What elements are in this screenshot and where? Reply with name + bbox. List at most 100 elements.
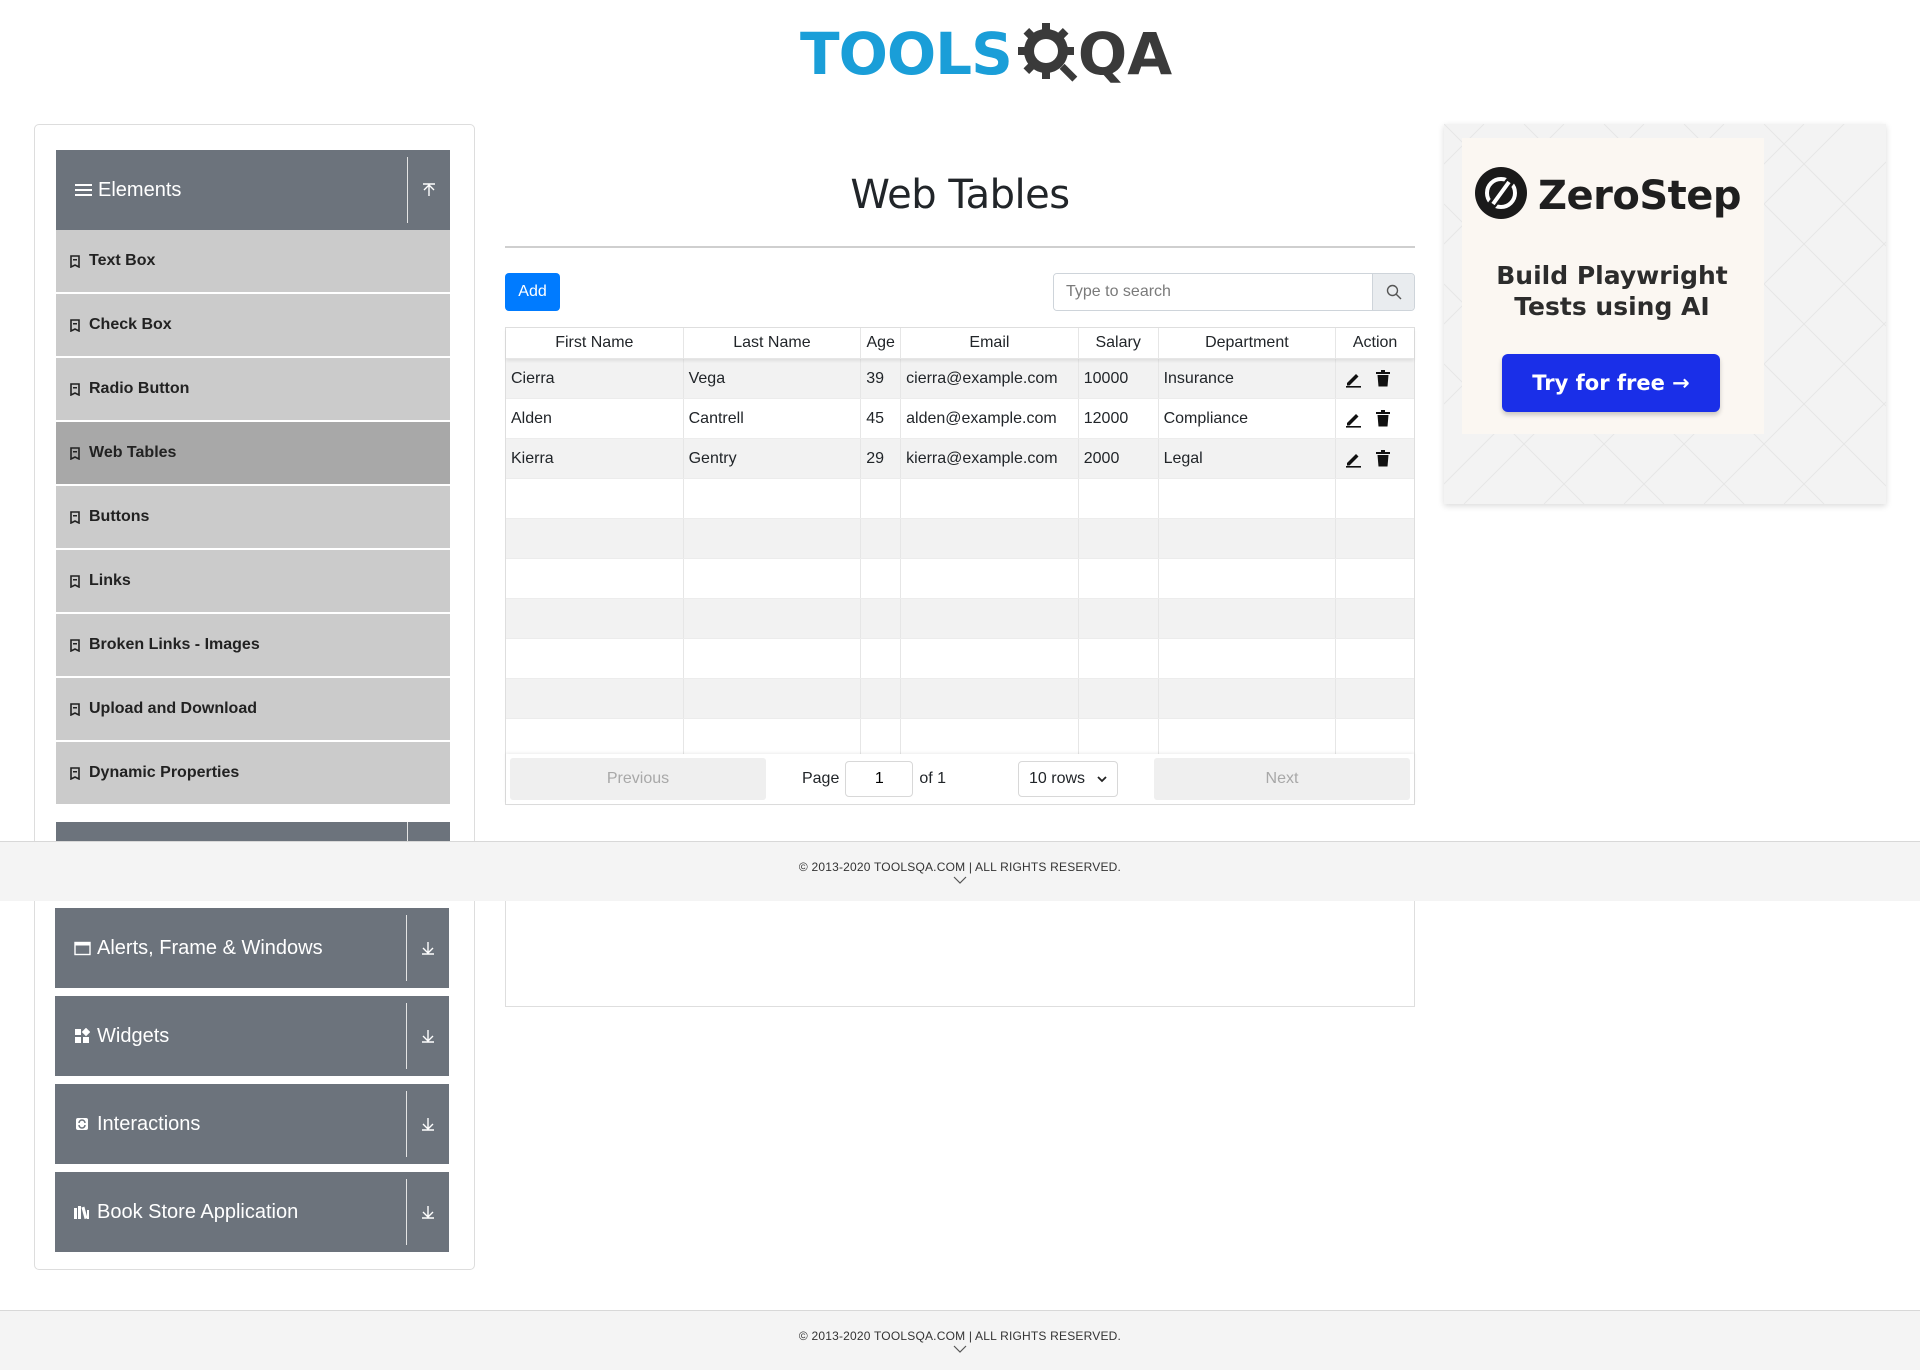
empty-cell [1079,639,1159,678]
column-header-age[interactable]: Age [861,328,902,358]
expand-arrow-icon[interactable] [407,1204,449,1220]
menu-item-icon [70,318,80,332]
empty-cell [684,519,862,558]
menu-item-label: Dynamic Properties [89,764,240,781]
empty-cell [901,599,1079,638]
menu-item-broken-links[interactable]: Broken Links - Images [56,614,450,676]
group-header-alerts[interactable]: Alerts, Frame & Windows [55,908,449,988]
empty-cell [1336,519,1414,558]
group-header-elements[interactable]: Elements [56,150,450,230]
empty-cell [861,719,902,758]
cell-last-name: Gentry [684,439,862,478]
column-header-email[interactable]: Email [901,328,1079,358]
menu-item-radio-button[interactable]: Radio Button [56,358,450,420]
footer-copyright: © 2013-2020 TOOLSQA.COM | ALL RIGHTS RES… [798,859,1122,874]
delete-trash-icon[interactable] [1376,370,1391,387]
empty-cell [506,559,684,598]
empty-cell [506,599,684,638]
menu-item-web-tables[interactable]: Web Tables [56,422,450,484]
edit-pencil-icon[interactable] [1344,410,1362,428]
widgets-icon [73,1027,91,1045]
menu-item-links[interactable]: Links [56,550,450,612]
menu-item-label: Buttons [89,508,150,525]
cell-department: Compliance [1159,399,1337,438]
menu-item-label: Radio Button [89,380,190,397]
chevron-down-icon[interactable] [953,876,967,884]
page-label: Page [801,770,840,787]
menu-item-text-box[interactable]: Text Box [56,230,450,292]
try-for-free-button[interactable]: Try for free → [1502,354,1720,412]
group-header-widgets[interactable]: Widgets [55,996,449,1076]
edit-pencil-icon[interactable] [1344,370,1362,388]
table-row [506,719,1414,759]
cell-age: 39 [861,359,902,398]
cell-first-name: Alden [506,399,684,438]
empty-cell [1159,479,1337,518]
empty-cell [861,479,902,518]
delete-trash-icon[interactable] [1376,450,1391,467]
column-header-salary[interactable]: Salary [1079,328,1159,358]
empty-cell [506,639,684,678]
table-row [506,639,1414,679]
add-record-button[interactable]: Add [505,273,560,311]
expand-arrow-icon[interactable] [407,940,449,956]
empty-cell [684,679,862,718]
page-total: of 1 [919,770,947,787]
toolsqa-logo[interactable]: TOOLS QA [800,14,1172,94]
gear-magnifier-icon [1016,21,1082,87]
empty-cell [684,559,862,598]
group-header-book-store[interactable]: Book Store Application [55,1172,449,1252]
empty-cell [1159,639,1337,678]
expand-arrow-icon[interactable] [407,1028,449,1044]
page-number-input[interactable] [845,761,914,797]
empty-cell [1336,639,1414,678]
empty-cell [1336,679,1414,718]
ad-tagline: Build Playwright Tests using AI [1444,260,1780,322]
empty-cell [1159,559,1337,598]
chevron-down-icon [1097,770,1107,788]
rows-per-page-select[interactable]: 10 rows [1018,761,1119,797]
table-row [506,559,1414,599]
empty-cell [901,679,1079,718]
cell-department: Insurance [1159,359,1337,398]
empty-cell [1159,519,1337,558]
page-title: Web Tables [850,172,1070,218]
edit-pencil-icon[interactable] [1344,450,1362,468]
empty-cell [901,519,1079,558]
column-header-first-name[interactable]: First Name [506,328,684,358]
table-row: Kierra Gentry 29 kierra@example.com 2000 Lega… [506,439,1414,479]
cell-first-name: Cierra [506,359,684,398]
fixed-footer: © 2013-2020 TOOLSQA.COM | ALL RIGHTS RES… [0,841,1920,901]
menu-item-buttons[interactable]: Buttons [56,486,450,548]
search-input[interactable] [1054,274,1372,310]
column-header-last-name[interactable]: Last Name [684,328,862,358]
column-header-action: Action [1352,334,1398,351]
chevron-down-icon[interactable] [953,1345,967,1353]
menu-item-label: Broken Links - Images [89,636,260,653]
column-header-department[interactable]: Department [1159,328,1337,358]
menu-item-label: Links [89,572,131,589]
previous-page-button[interactable]: Previous [510,758,766,800]
delete-trash-icon[interactable] [1376,410,1391,427]
next-page-button[interactable]: Next [1154,758,1410,800]
empty-cell [861,679,902,718]
menu-item-dynamic-properties[interactable]: Dynamic Properties [56,742,450,804]
menu-item-upload-download[interactable]: Upload and Download [56,678,450,740]
empty-cell [684,719,862,758]
empty-cell [901,719,1079,758]
table-row [506,679,1414,719]
cell-email: kierra@example.com [901,439,1079,478]
menu-item-check-box[interactable]: Check Box [56,294,450,356]
collapse-arrow-icon[interactable] [408,182,450,198]
page-footer: © 2013-2020 TOOLSQA.COM | ALL RIGHTS RES… [0,1310,1920,1370]
zerostep-ad[interactable]: ZeroStep Build Playwright Tests using AI… [1444,124,1886,504]
empty-cell [1159,719,1337,758]
table-body: Cierra Vega 39 cierra@example.com 10000 Insur… [506,359,1414,759]
search-icon[interactable] [1372,274,1414,310]
empty-cell [506,519,684,558]
empty-cell [1079,679,1159,718]
empty-cell [901,479,1079,518]
group-header-interactions[interactable]: Interactions [55,1084,449,1164]
pagination-bar: Previous Page of 1 10 rows Next [506,754,1414,804]
expand-arrow-icon[interactable] [407,1116,449,1132]
